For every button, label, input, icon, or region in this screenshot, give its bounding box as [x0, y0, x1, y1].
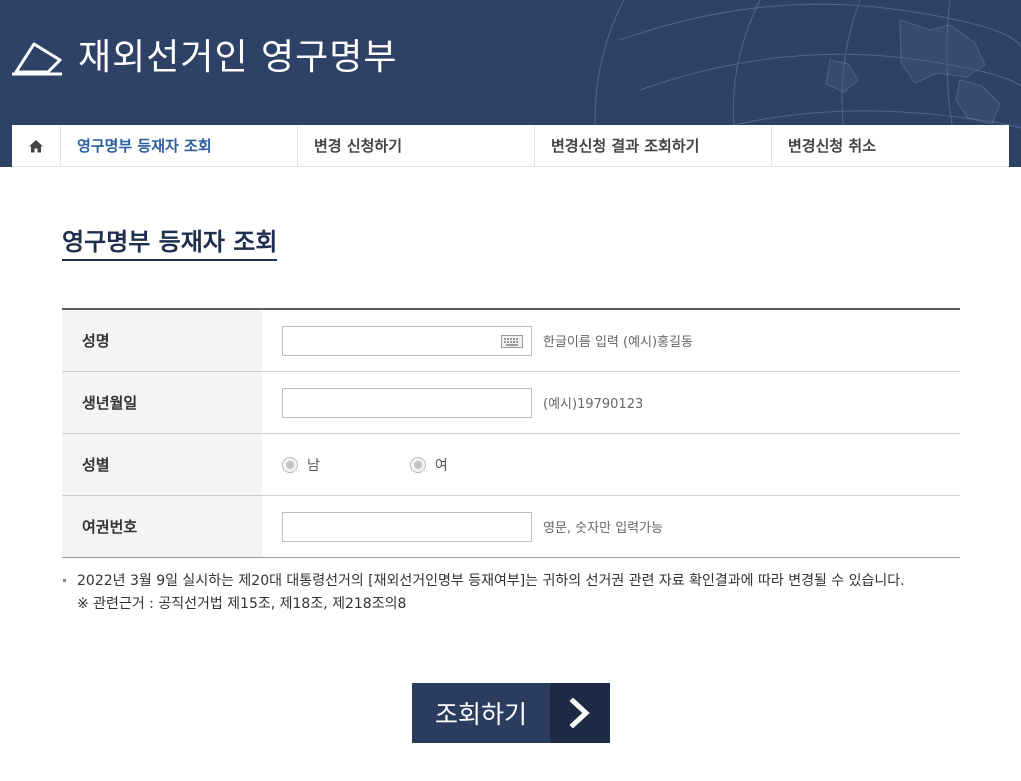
birth-label: 생년월일 [62, 372, 262, 433]
passport-hint: 영문, 숫자만 입력가능 [543, 521, 664, 536]
name-label: 성명 [62, 310, 262, 371]
ballot-pencil-icon [12, 42, 62, 76]
form-row-gender: 성별 남 여 [62, 434, 960, 496]
lookup-form: 성명 한글이름 입력 (예시)홍길동 생년월일 (예시)19790123 성별 … [62, 308, 960, 558]
passport-input[interactable] [282, 511, 532, 542]
gender-female-label: 여 [434, 457, 448, 474]
main-nav: 영구명부 등재자 조회 변경 신청하기 변경신청 결과 조회하기 변경신청 취소 [12, 125, 1009, 167]
birth-input[interactable] [282, 387, 532, 418]
gender-male-radio[interactable]: 남 [282, 455, 320, 475]
gender-label: 성별 [62, 434, 262, 495]
radio-male-dot[interactable] [282, 456, 298, 473]
notice-text: 2022년 3월 9일 실시하는 제20대 대통령선거의 [재외선거인명부 등재… [62, 570, 962, 593]
keyboard-icon[interactable] [501, 334, 523, 348]
home-icon [29, 139, 43, 152]
gender-male-label: 남 [307, 457, 320, 474]
birth-hint: (예시)19790123 [543, 397, 644, 412]
tab-change-request[interactable]: 변경 신청하기 [298, 125, 535, 166]
form-row-birth: 생년월일 (예시)19790123 [62, 372, 960, 434]
submit-label: 조회하기 [412, 683, 550, 743]
site-brand[interactable]: 재외선거인 영구명부 [12, 36, 398, 80]
search-submit-button[interactable]: 조회하기 [412, 683, 610, 743]
tab-registry-search[interactable]: 영구명부 등재자 조회 [61, 125, 298, 166]
passport-label: 여권번호 [62, 496, 262, 557]
radio-female-dot[interactable] [409, 456, 426, 473]
chevron-right-icon [550, 683, 610, 743]
tab-change-result[interactable]: 변경신청 결과 조회하기 [535, 125, 772, 166]
form-row-name: 성명 한글이름 입력 (예시)홍길동 [62, 310, 960, 372]
page-title: 영구명부 등재자 조회 [62, 226, 278, 261]
form-row-passport: 여권번호 영문, 숫자만 입력가능 [62, 496, 960, 558]
name-input[interactable] [282, 325, 532, 356]
nav-home-button[interactable] [12, 125, 61, 166]
name-hint: 한글이름 입력 (예시)홍길동 [543, 335, 693, 350]
site-title: 재외선거인 영구명부 [78, 37, 398, 78]
gender-female-radio[interactable]: 여 [409, 455, 448, 475]
tab-change-cancel[interactable]: 변경신청 취소 [772, 125, 1009, 166]
legal-reference: ※ 관련근거 : 공직선거법 제15조, 제18조, 제218조의8 [77, 596, 407, 612]
notice-section: 2022년 3월 9일 실시하는 제20대 대통령선거의 [재외선거인명부 등재… [62, 570, 962, 616]
